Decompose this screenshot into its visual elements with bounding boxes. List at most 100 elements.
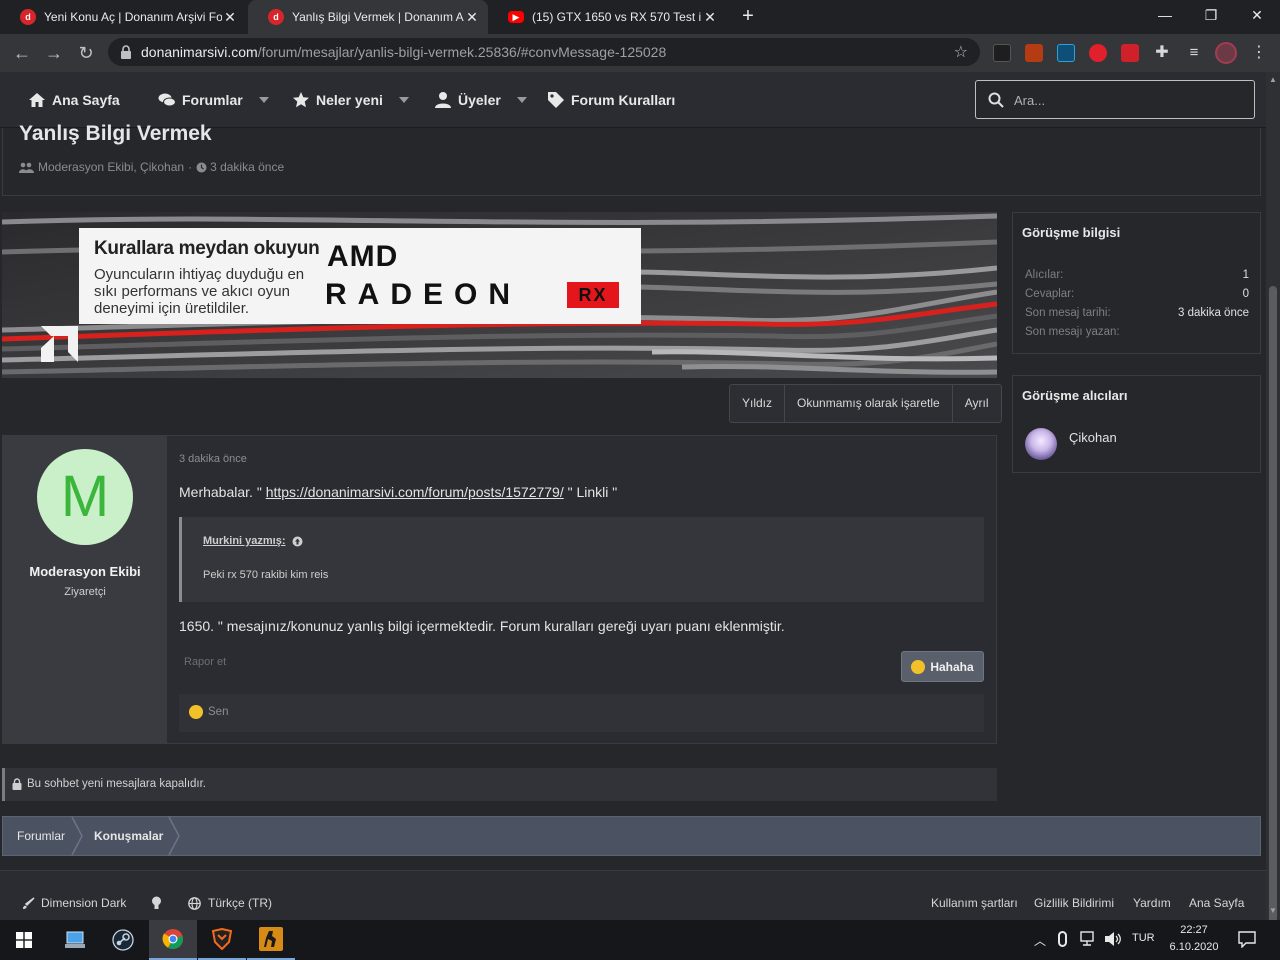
extension-forward-icon[interactable] — [1121, 44, 1139, 62]
search-input[interactable] — [1014, 90, 1234, 110]
language-name: Türkçe (TR) — [208, 896, 272, 910]
taskbar-explorer[interactable] — [51, 920, 99, 960]
volume-icon[interactable] — [1104, 931, 1122, 947]
style-chooser[interactable]: Dimension Dark — [22, 896, 126, 910]
conversation-info-block: Görüşme bilgisi Alıcılar: 1 Cevaplar: 0 So… — [1012, 212, 1261, 354]
page-scrollbar[interactable]: ▲ ▼ — [1266, 72, 1280, 928]
footer-link[interactable]: Gizlilik Bildirimi — [1034, 896, 1114, 910]
csgo-icon — [259, 927, 283, 951]
close-tab-icon[interactable]: ✕ — [222, 9, 238, 26]
orange-shield-icon — [211, 928, 233, 950]
clock-date: 6.10.2020 — [1169, 941, 1219, 953]
browser-tab[interactable]: ▶ (15) GTX 1650 vs RX 570 Test in 7 Game… — [488, 0, 726, 34]
close-tab-icon[interactable]: ✕ — [464, 9, 480, 26]
scroll-down-icon[interactable]: ▼ — [1269, 907, 1277, 915]
youtube-icon: ▶ — [508, 11, 524, 23]
message-time[interactable]: 3 dakika önce — [179, 453, 247, 465]
page-title: Yanlış Bilgi Vermek — [19, 122, 212, 145]
avatar[interactable]: M — [37, 449, 133, 545]
reaction-summary[interactable]: Sen — [189, 705, 228, 719]
taskbar-csgo[interactable] — [247, 920, 295, 960]
chevron-down-icon[interactable] — [398, 97, 409, 103]
browser-tab[interactable]: d Yeni Konu Aç | Donanım Arşivi Forum ✕ — [0, 0, 246, 34]
search-box[interactable] — [975, 80, 1255, 119]
input-language[interactable]: TUR — [1132, 932, 1155, 944]
username[interactable]: Moderasyon Ekibi — [3, 564, 167, 579]
close-tab-icon[interactable]: ✕ — [702, 9, 718, 26]
network-icon[interactable] — [1080, 931, 1098, 947]
chevron-down-icon[interactable] — [516, 97, 527, 103]
comments-icon — [158, 93, 176, 107]
tab-title: Yanlış Bilgi Vermek | Donanım Arşivi For… — [292, 10, 464, 24]
footer-link[interactable]: Ana Sayfa — [1189, 896, 1244, 910]
language-chooser[interactable]: Türkçe (TR) — [188, 896, 272, 910]
close-window-button[interactable]: ✕ — [1234, 0, 1280, 30]
page-footer: Dimension Dark Türkçe (TR) Kullanım şart… — [0, 870, 1266, 920]
breadcrumb-separator — [71, 817, 83, 855]
new-tab-button[interactable]: + — [738, 6, 758, 26]
nav-rules[interactable]: Forum Kuralları — [547, 72, 675, 128]
nav-members[interactable]: Üyeler — [434, 72, 527, 128]
this-pc-icon — [65, 931, 85, 948]
recipient-name[interactable]: Çikohan — [1069, 430, 1117, 445]
menu-dots-icon[interactable]: ⋮ — [1250, 44, 1268, 62]
extension-video-icon[interactable] — [993, 44, 1011, 62]
recipient-avatar[interactable] — [1025, 428, 1057, 460]
extension-hand-icon[interactable] — [1089, 44, 1107, 62]
reaction-button[interactable]: Hahaha — [901, 651, 984, 682]
quote-author[interactable]: Murkini yazmış: — [203, 535, 303, 547]
star-button[interactable]: Yıldız — [730, 385, 786, 422]
footer-link[interactable]: Kullanım şartları — [931, 896, 1018, 910]
windows-taskbar: ︿ TUR 22:27 6.10.2020 — [0, 920, 1280, 960]
nav-forums[interactable]: Forumlar — [158, 72, 269, 128]
taskbar-game-client[interactable] — [198, 920, 246, 960]
report-link[interactable]: Rapor et — [184, 656, 226, 668]
reload-button[interactable]: ↻ — [75, 42, 97, 64]
address-bar[interactable]: donanimarsivi.com/forum/mesajlar/yanlis-… — [108, 38, 980, 66]
extension-sih-icon[interactable] — [1057, 44, 1075, 62]
mark-unread-button[interactable]: Okunmamış olarak işaretle — [785, 385, 953, 422]
forward-button[interactable]: → — [43, 42, 65, 64]
extensions-puzzle-icon[interactable]: ✚ — [1153, 44, 1171, 62]
tab-title: Yeni Konu Aç | Donanım Arşivi Forum — [44, 10, 222, 24]
page-meta: Moderasyon Ekibi, Çikohan · 3 dakika önc… — [19, 160, 284, 174]
breadcrumb-item-current[interactable]: Konuşmalar — [94, 817, 163, 855]
footer-link[interactable]: Yardım — [1133, 896, 1171, 910]
chevron-down-icon[interactable] — [258, 97, 269, 103]
amd-radeon-banner[interactable]: Kurallara meydan okuyun Oyuncuların ihti… — [2, 212, 997, 378]
tab-title: (15) GTX 1650 vs RX 570 Test in 7 Games — [532, 10, 702, 24]
scroll-up-icon[interactable]: ▲ — [1269, 76, 1277, 84]
notifications-icon[interactable] — [1238, 931, 1256, 948]
leave-button[interactable]: Ayrıl — [953, 385, 1001, 422]
profile-avatar[interactable] — [1215, 42, 1237, 64]
tray-chevron-up-icon[interactable]: ︿ — [1034, 932, 1046, 949]
extension-orange-icon[interactable] — [1025, 44, 1043, 62]
microphone-icon[interactable] — [1058, 931, 1067, 947]
banner-card: Kurallara meydan okuyun Oyuncuların ihti… — [79, 228, 641, 324]
nav-whats-new[interactable]: Neler yeni — [292, 72, 409, 128]
bookmark-star-icon[interactable]: ☆ — [954, 42, 968, 62]
banner-line: deneyimi için üretildiler. — [94, 300, 250, 317]
taskbar-chrome[interactable] — [149, 920, 197, 960]
taskbar-steam[interactable] — [99, 920, 147, 960]
participants-text[interactable]: Moderasyon Ekibi, Çikohan — [38, 160, 184, 174]
reaction-button-label: Hahaha — [930, 659, 974, 674]
info-label: Alıcılar: — [1025, 269, 1064, 281]
lock-icon — [121, 45, 131, 59]
reaction-user: Sen — [208, 706, 229, 718]
post-link[interactable]: https://donanimarsivi.com/forum/posts/15… — [266, 484, 564, 500]
lightbulb-toggle[interactable] — [151, 896, 162, 910]
info-row: Alıcılar: 1 — [1025, 269, 1249, 281]
chrome-icon — [162, 929, 183, 949]
arrow-up-circle-icon[interactable] — [292, 536, 303, 547]
nav-home[interactable]: Ana Sayfa — [28, 72, 120, 128]
info-label: Son mesajı yazan: — [1025, 326, 1120, 338]
minimize-button[interactable]: — — [1142, 0, 1188, 30]
restore-button[interactable]: ❐ — [1188, 0, 1234, 30]
windows-start-button[interactable] — [0, 920, 48, 960]
back-button[interactable]: ← — [11, 42, 33, 64]
browser-tab-active[interactable]: d Yanlış Bilgi Vermek | Donanım Arşivi F… — [248, 0, 488, 34]
media-queue-icon[interactable]: ≡ — [1185, 44, 1203, 62]
scroll-thumb[interactable] — [1269, 286, 1277, 928]
breadcrumb-item[interactable]: Forumlar — [17, 817, 65, 855]
